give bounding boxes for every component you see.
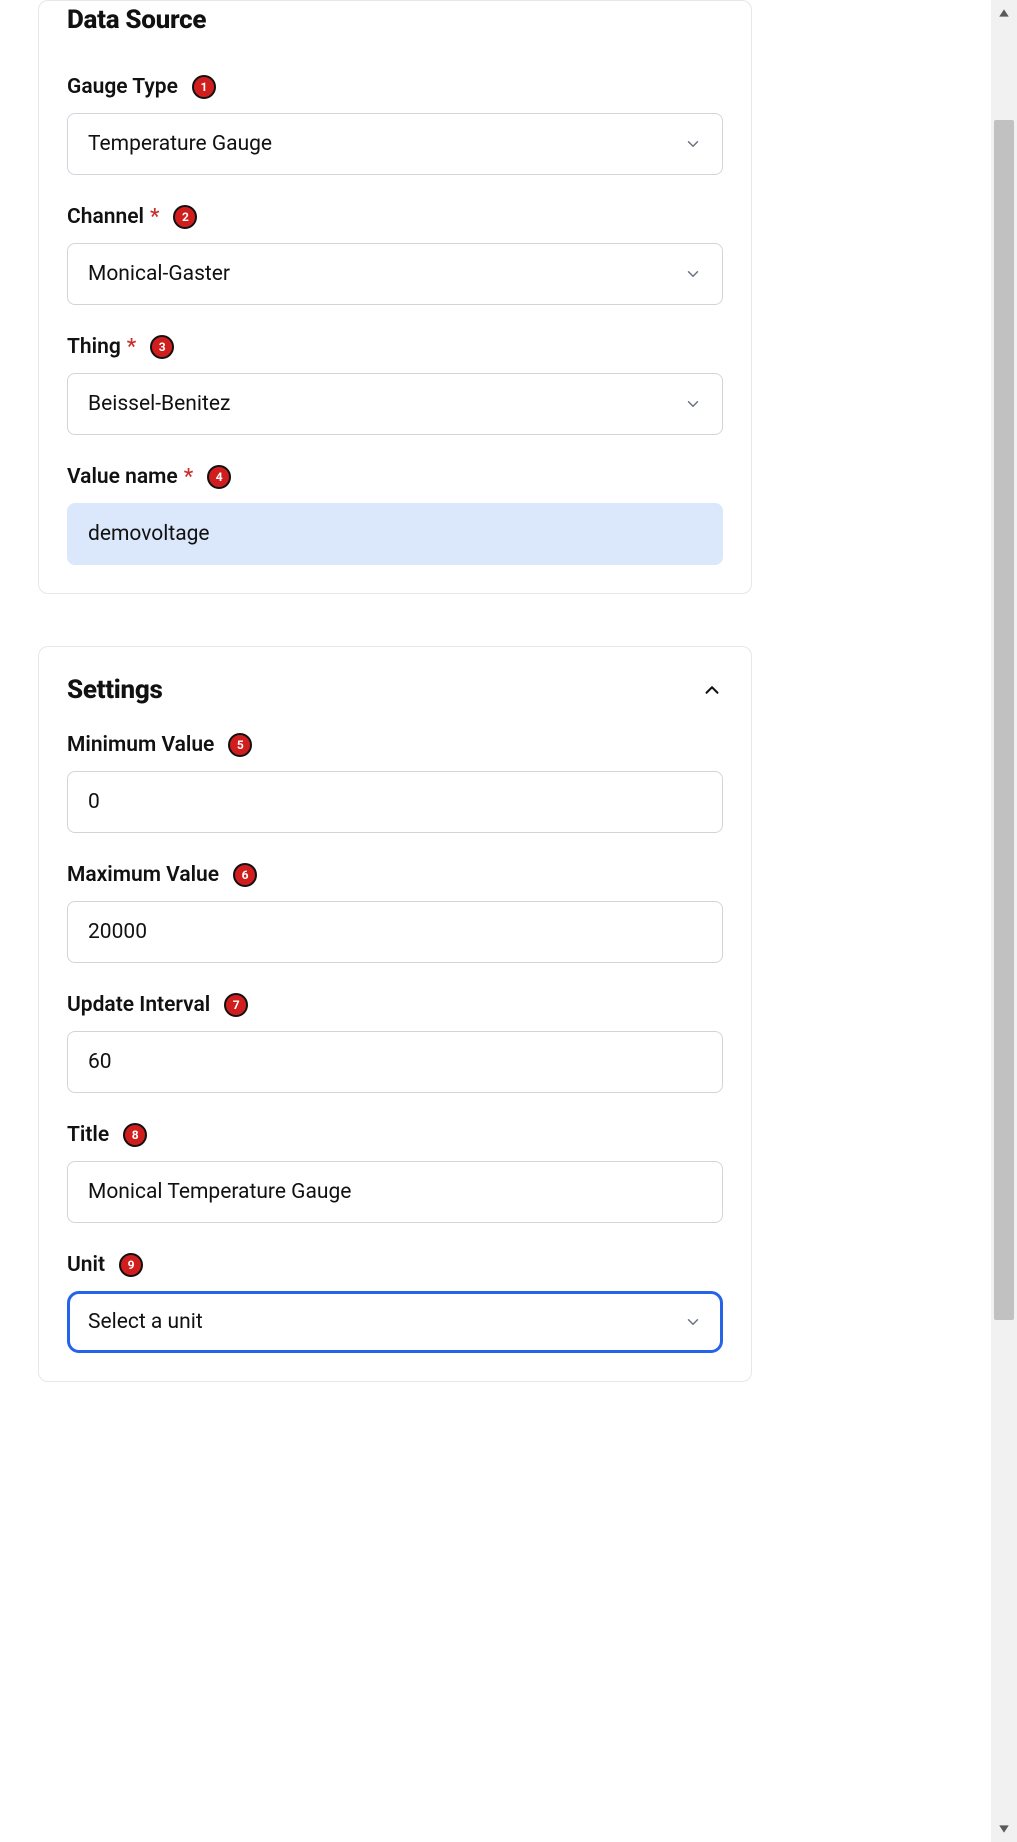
- scroll-up-arrow-icon[interactable]: [991, 0, 1017, 26]
- title-field-label: Title: [67, 1123, 109, 1147]
- minimum-value-input[interactable]: [67, 771, 723, 833]
- update-interval-label-row: Update Interval 7: [67, 993, 723, 1017]
- scroll-thumb[interactable]: [994, 120, 1014, 1320]
- thing-badge: 3: [150, 335, 174, 359]
- chevron-down-icon: [684, 395, 702, 413]
- thing-value: Beissel-Benitez: [88, 392, 230, 416]
- gauge-type-value: Temperature Gauge: [88, 132, 272, 156]
- value-name-required-asterisk: *: [184, 465, 193, 489]
- settings-card: Settings Minimum Value 5 Maximum Value 6…: [38, 646, 752, 1382]
- channel-required-asterisk: *: [150, 205, 159, 229]
- thing-required-asterisk: *: [127, 335, 136, 359]
- unit-field: Unit 9 Select a unit: [67, 1253, 723, 1353]
- thing-label: Thing: [67, 335, 121, 359]
- channel-field: Channel * 2 Monical-Gaster: [67, 205, 723, 305]
- unit-select[interactable]: Select a unit: [67, 1291, 723, 1353]
- gauge-type-field: Gauge Type 1 Temperature Gauge: [67, 75, 723, 175]
- value-name-badge: 4: [207, 465, 231, 489]
- settings-title: Settings: [67, 675, 162, 705]
- update-interval-badge: 7: [224, 993, 248, 1017]
- gauge-type-label: Gauge Type: [67, 75, 178, 99]
- scroll-down-arrow-icon[interactable]: [991, 1816, 1017, 1842]
- unit-placeholder: Select a unit: [88, 1310, 203, 1334]
- unit-label: Unit: [67, 1253, 105, 1277]
- page-background: [790, 0, 991, 1842]
- channel-badge: 2: [173, 205, 197, 229]
- update-interval-field: Update Interval 7: [67, 993, 723, 1093]
- value-name-field: Value name * 4: [67, 465, 723, 565]
- maximum-value-label: Maximum Value: [67, 863, 219, 887]
- value-name-label-row: Value name * 4: [67, 465, 723, 489]
- channel-select[interactable]: Monical-Gaster: [67, 243, 723, 305]
- title-input[interactable]: [67, 1161, 723, 1223]
- minimum-value-badge: 5: [228, 733, 252, 757]
- scroll-track[interactable]: [991, 26, 1017, 1816]
- update-interval-input[interactable]: [67, 1031, 723, 1093]
- title-field: Title 8: [67, 1123, 723, 1223]
- form-viewport: Data Source Gauge Type 1 Temperature Gau…: [0, 0, 790, 1842]
- chevron-down-icon: [684, 265, 702, 283]
- title-badge: 8: [123, 1123, 147, 1147]
- thing-field: Thing * 3 Beissel-Benitez: [67, 335, 723, 435]
- gauge-type-select[interactable]: Temperature Gauge: [67, 113, 723, 175]
- thing-select[interactable]: Beissel-Benitez: [67, 373, 723, 435]
- channel-label: Channel: [67, 205, 144, 229]
- channel-value: Monical-Gaster: [88, 262, 230, 286]
- settings-header: Settings: [67, 675, 723, 705]
- maximum-value-badge: 6: [233, 863, 257, 887]
- vertical-scrollbar[interactable]: [991, 0, 1017, 1842]
- maximum-value-input[interactable]: [67, 901, 723, 963]
- chevron-down-icon: [684, 135, 702, 153]
- data-source-title: Data Source: [67, 5, 723, 35]
- title-label-row: Title 8: [67, 1123, 723, 1147]
- value-name-label: Value name: [67, 465, 178, 489]
- minimum-value-field: Minimum Value 5: [67, 733, 723, 833]
- unit-badge: 9: [119, 1253, 143, 1277]
- minimum-value-label-row: Minimum Value 5: [67, 733, 723, 757]
- value-name-input[interactable]: [67, 503, 723, 565]
- channel-label-row: Channel * 2: [67, 205, 723, 229]
- data-source-card: Data Source Gauge Type 1 Temperature Gau…: [38, 0, 752, 594]
- gauge-type-badge: 1: [192, 75, 216, 99]
- unit-label-row: Unit 9: [67, 1253, 723, 1277]
- maximum-value-field: Maximum Value 6: [67, 863, 723, 963]
- gauge-type-label-row: Gauge Type 1: [67, 75, 723, 99]
- chevron-down-icon: [684, 1313, 702, 1331]
- chevron-up-icon[interactable]: [701, 679, 723, 701]
- maximum-value-label-row: Maximum Value 6: [67, 863, 723, 887]
- minimum-value-label: Minimum Value: [67, 733, 214, 757]
- thing-label-row: Thing * 3: [67, 335, 723, 359]
- update-interval-label: Update Interval: [67, 993, 210, 1017]
